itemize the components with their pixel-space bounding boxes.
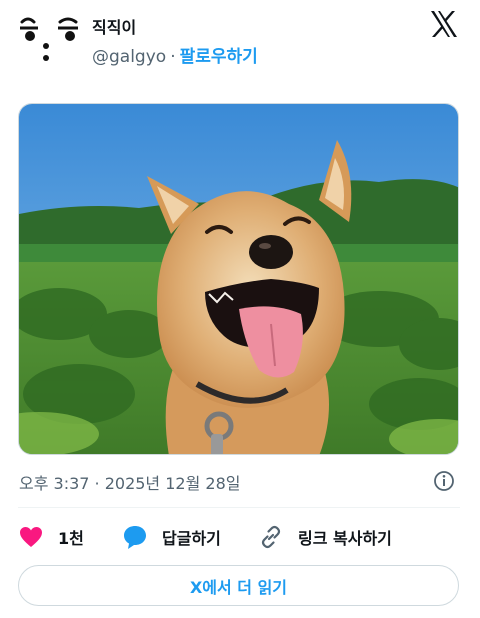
handle-row: @galgyo · 팔로우하기 — [92, 42, 258, 67]
separator: · — [170, 47, 176, 67]
reply-button[interactable]: 답글하기 — [122, 520, 221, 554]
heart-icon — [20, 527, 42, 547]
tweet-header: 직직이 @galgyo · 팔로우하기 — [0, 0, 480, 90]
action-bar: 1천 답글하기 링크 복사하기 — [18, 520, 460, 554]
info-icon[interactable] — [433, 470, 455, 492]
dog-photo-illustration — [19, 104, 458, 454]
follow-button[interactable]: 팔로우하기 — [180, 47, 258, 67]
reply-label: 답글하기 — [162, 529, 221, 548]
tweet-photo[interactable] — [18, 103, 459, 455]
copy-link-label: 링크 복사하기 — [298, 529, 392, 548]
link-icon — [261, 525, 281, 549]
reply-bubble-icon — [124, 526, 146, 549]
user-handle[interactable]: @galgyo — [92, 47, 166, 67]
x-logo-icon[interactable] — [428, 8, 460, 40]
copy-link-button[interactable]: 링크 복사하기 — [258, 520, 392, 554]
like-button[interactable]: 1천 — [18, 520, 84, 554]
read-more-button[interactable]: X에서 더 읽기 — [18, 565, 459, 606]
like-count: 1천 — [58, 529, 84, 548]
divider — [18, 507, 460, 508]
display-name[interactable]: 직직이 — [92, 14, 136, 38]
tweet-timestamp[interactable]: 오후 3:37 · 2025년 12월 28일 — [19, 470, 240, 494]
avatar[interactable] — [18, 12, 82, 68]
